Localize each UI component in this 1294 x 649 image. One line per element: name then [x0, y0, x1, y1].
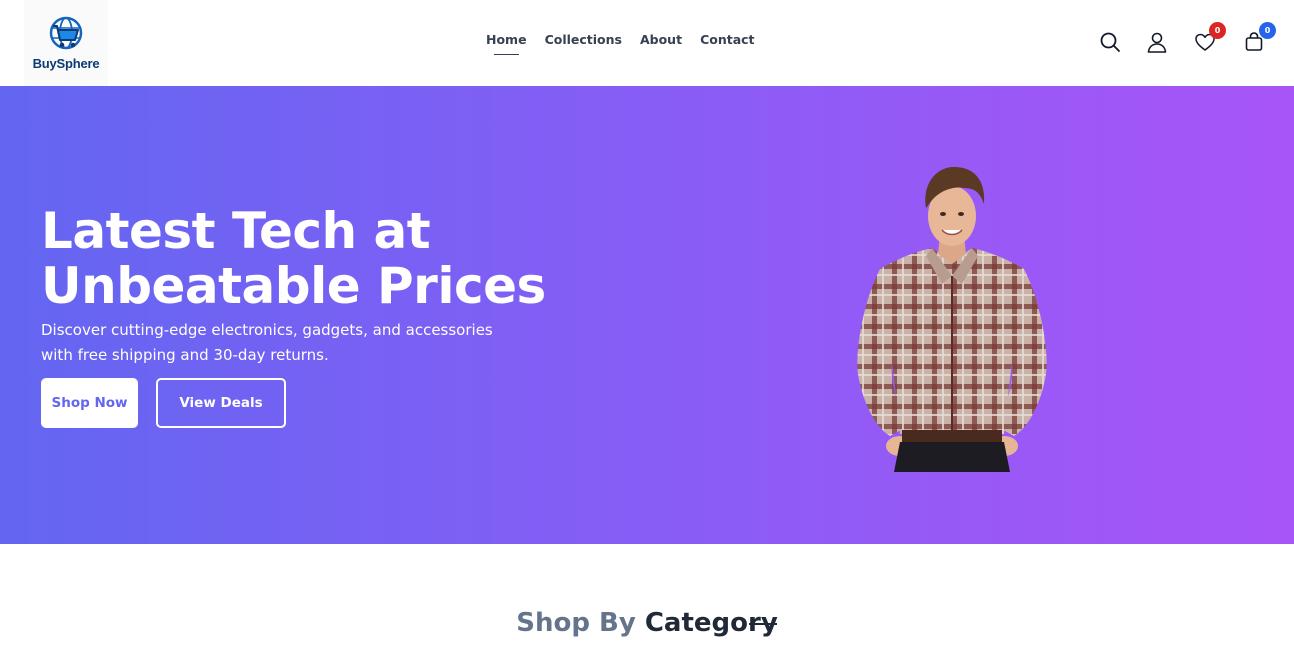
- hero-title: Latest Tech at Unbeatable Prices: [41, 204, 561, 314]
- category-section-title: Shop By Category: [0, 608, 1294, 638]
- brand-name: BuySphere: [32, 55, 100, 71]
- cart-button[interactable]: 0: [1243, 22, 1276, 54]
- view-deals-button[interactable]: View Deals: [156, 378, 286, 428]
- hero-subtitle: Discover cutting-edge electronics, gadge…: [41, 318, 521, 368]
- category-title-prefix: Shop By: [516, 608, 636, 638]
- nav-about[interactable]: About: [640, 32, 682, 47]
- hero-banner: Latest Tech at Unbeatable Prices Discove…: [0, 86, 1294, 544]
- hero-subtitle-line-2: with free shipping and 30-day returns.: [41, 346, 329, 364]
- user-icon: [1147, 32, 1167, 53]
- wishlist-count-badge: 0: [1209, 22, 1226, 39]
- nav-collections[interactable]: Collections: [545, 32, 622, 47]
- brand-logo[interactable]: BuySphere: [24, 0, 108, 86]
- wishlist-button[interactable]: 0: [1193, 22, 1226, 54]
- category-title-underline: [749, 623, 777, 625]
- search-icon: [1100, 32, 1120, 52]
- site-header: BuySphere Home Collections About Contact…: [0, 0, 1294, 86]
- nav-contact[interactable]: Contact: [700, 32, 754, 47]
- hero-title-line-1: Latest Tech at: [41, 202, 431, 260]
- globe-cart-icon: [49, 16, 83, 49]
- search-button[interactable]: [1098, 30, 1122, 54]
- account-button[interactable]: [1145, 30, 1169, 54]
- cart-count-badge: 0: [1259, 22, 1276, 39]
- man-in-plaid-shirt-image: [857, 166, 1047, 472]
- main-nav: Home Collections About Contact: [486, 32, 755, 55]
- hero-title-line-2: Unbeatable Prices: [41, 257, 546, 315]
- nav-home[interactable]: Home: [486, 32, 527, 55]
- shop-now-button[interactable]: Shop Now: [41, 378, 138, 428]
- hero-subtitle-line-1: Discover cutting-edge electronics, gadge…: [41, 321, 493, 339]
